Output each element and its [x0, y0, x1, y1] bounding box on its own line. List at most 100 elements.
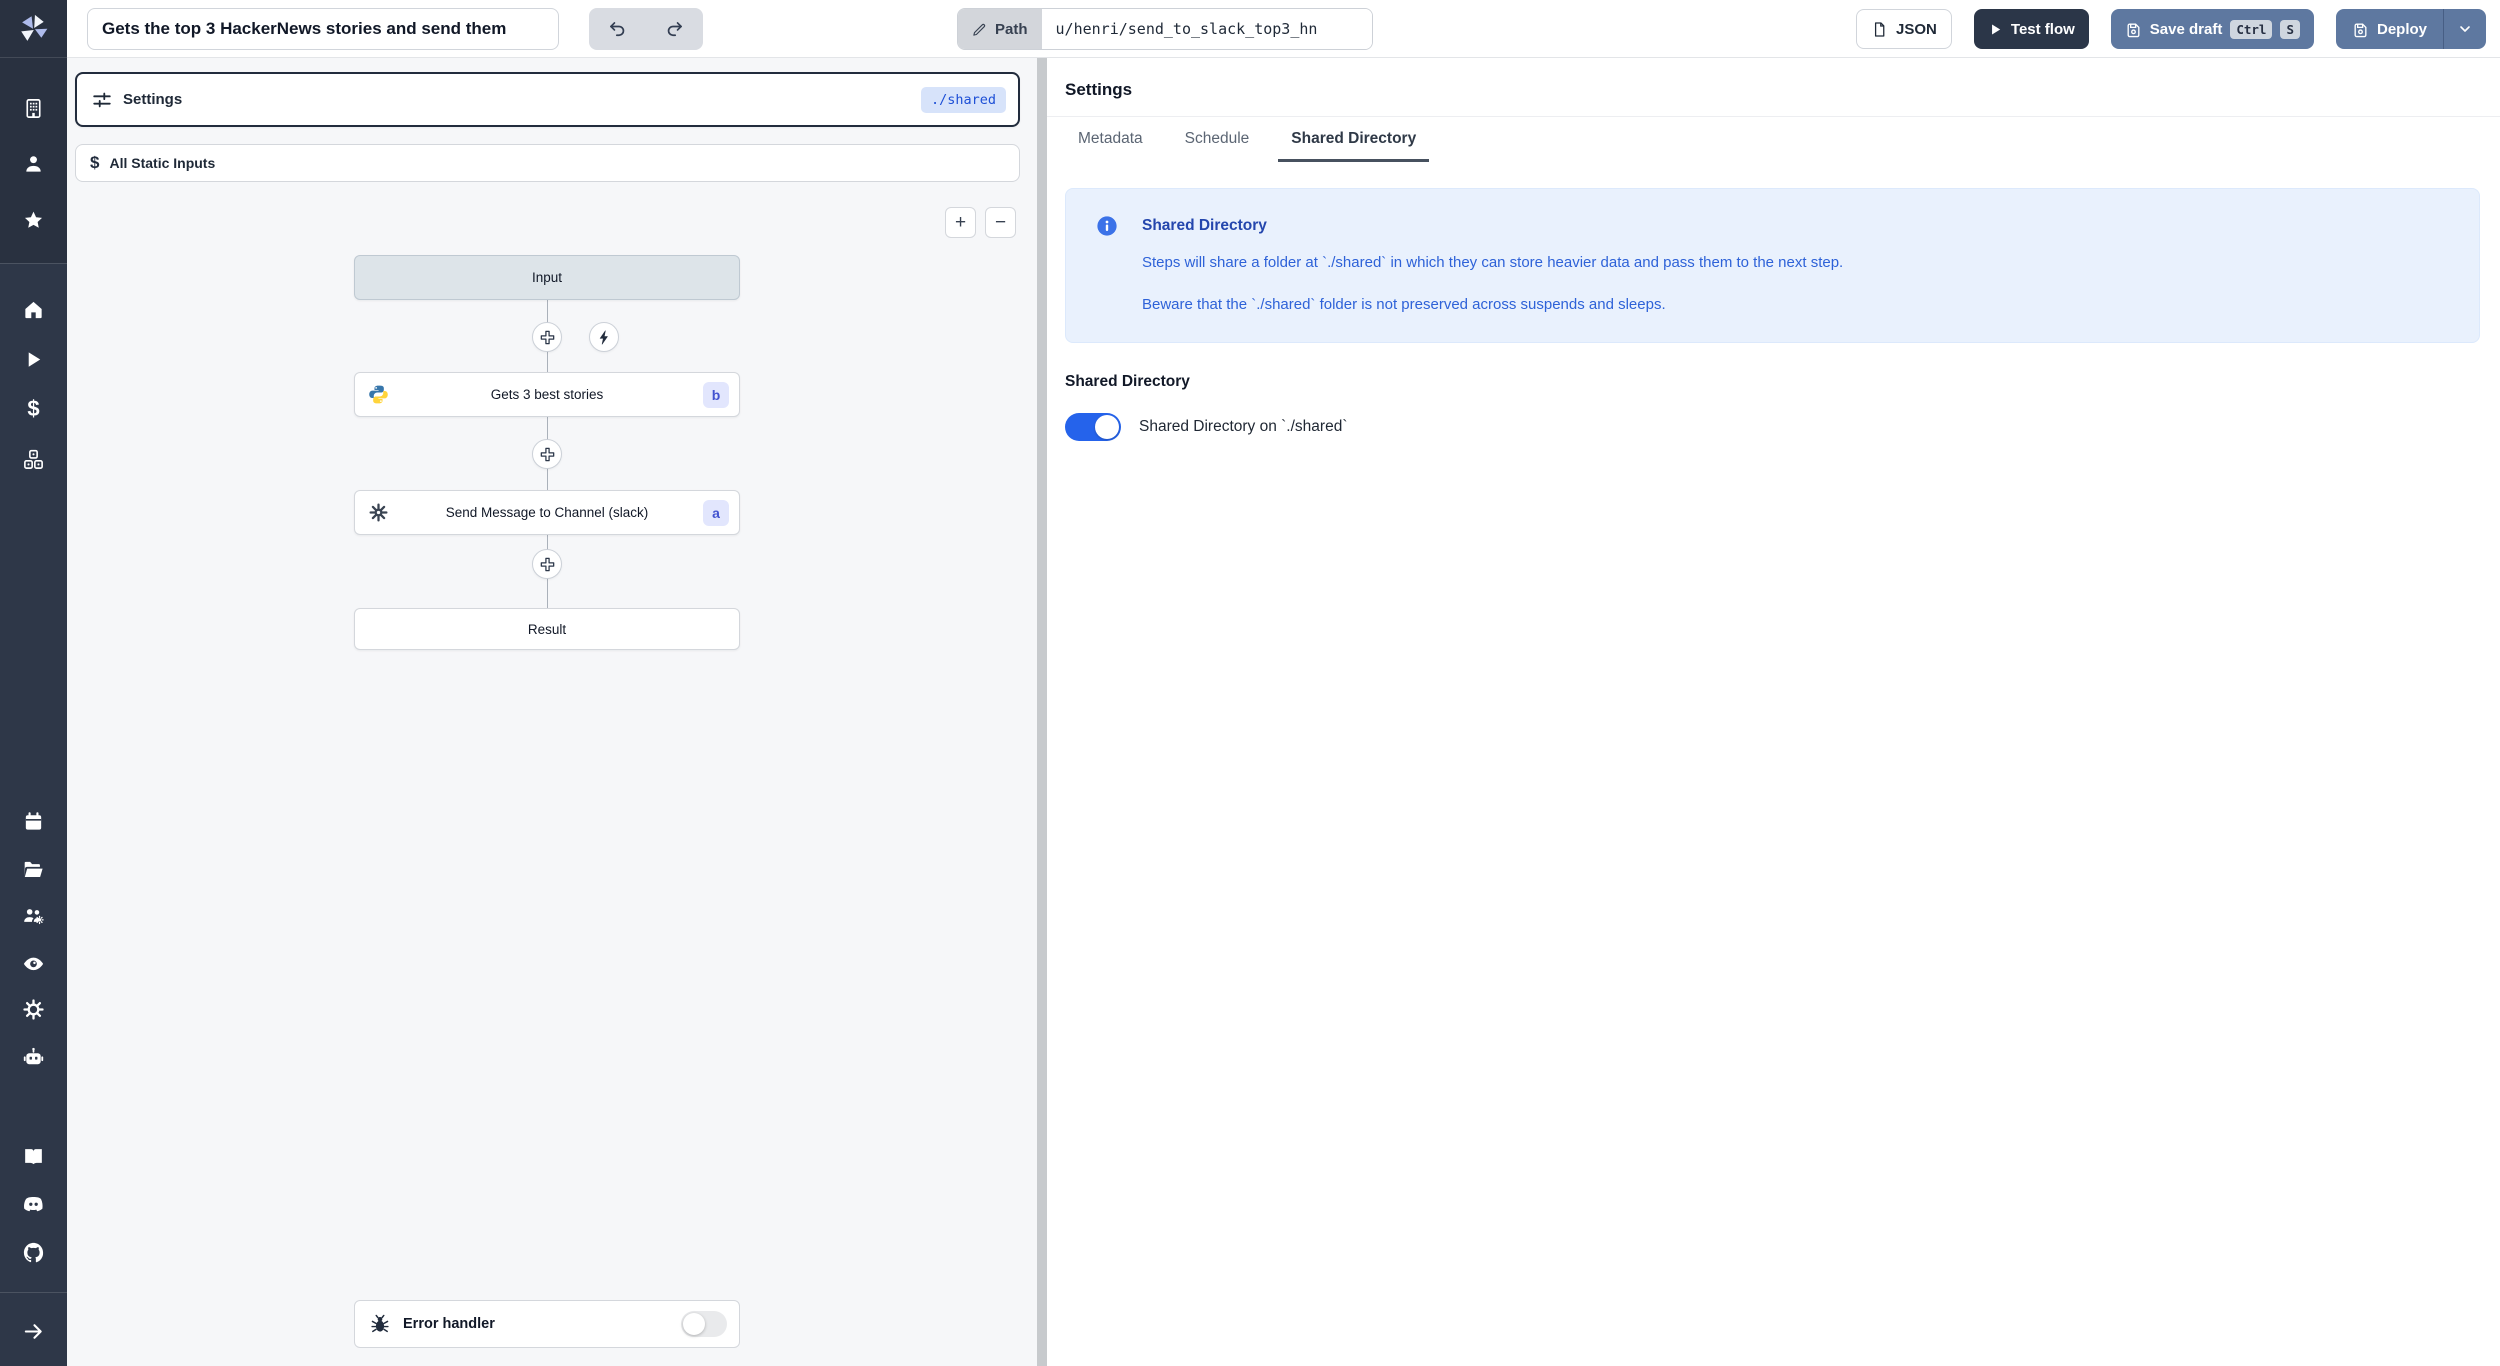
save-icon	[2354, 23, 2367, 37]
deploy-dropdown-button[interactable]	[2443, 9, 2486, 49]
runs-play-icon[interactable]	[20, 346, 47, 373]
info-icon	[1097, 216, 1117, 236]
toggle-knob	[1095, 414, 1119, 439]
plus-icon	[540, 447, 554, 461]
add-step-button[interactable]	[532, 439, 562, 469]
undo-redo-group	[589, 8, 703, 50]
windmill-logo[interactable]	[0, 0, 67, 58]
ai-robot-icon[interactable]	[20, 1044, 47, 1071]
github-icon[interactable]	[20, 1239, 47, 1266]
settings-panel-title: Settings	[1065, 80, 1133, 99]
discord-icon[interactable]	[20, 1191, 47, 1218]
shared-directory-tab-content: Shared Directory Steps will share a fold…	[1047, 162, 2500, 441]
chevron-down-icon	[2460, 26, 2470, 32]
bug-icon	[371, 1314, 389, 1333]
zoom-out-button[interactable]: −	[985, 207, 1016, 238]
file-json-icon	[1875, 21, 1885, 37]
json-button[interactable]: JSON	[1856, 9, 1952, 49]
redo-icon	[667, 21, 682, 36]
pencil-icon	[973, 23, 986, 36]
error-handler-node[interactable]: Error handler	[354, 1300, 740, 1348]
settings-panel: Settings Metadata Schedule Shared Direct…	[1047, 58, 2500, 1366]
topbar: Path JSON Test flow Save draft Ctrl S De…	[67, 0, 2500, 58]
sidebar-divider	[0, 1292, 67, 1293]
node-result-label: Result	[527, 621, 567, 637]
expand-sidebar-arrow-icon[interactable]	[20, 1318, 47, 1345]
redo-button[interactable]	[646, 8, 703, 50]
add-step-button[interactable]	[532, 549, 562, 579]
save-draft-label: Save draft	[2149, 20, 2223, 38]
json-button-label: JSON	[1896, 20, 1937, 38]
add-trigger-button[interactable]	[589, 322, 619, 352]
home-icon[interactable]	[20, 296, 47, 323]
node-step-b-label: Gets 3 best stories	[490, 387, 604, 402]
user-icon[interactable]	[20, 150, 47, 177]
tab-schedule[interactable]: Schedule	[1172, 117, 1263, 162]
kbd-ctrl: Ctrl	[2230, 19, 2273, 39]
docs-book-icon[interactable]	[20, 1143, 47, 1170]
shared-directory-toggle-label: Shared Directory on `./shared`	[1139, 417, 1348, 435]
all-static-inputs-card[interactable]: $ All Static Inputs	[75, 144, 1020, 182]
windmill-logo-icon	[20, 14, 47, 41]
audit-logs-eye-icon[interactable]	[20, 950, 47, 977]
undo-icon	[610, 21, 625, 36]
panel-splitter[interactable]	[1037, 58, 1047, 1366]
shared-directory-toggle[interactable]	[1065, 412, 1121, 441]
flow-editor-panel: Settings ./shared $ All Static Inputs + …	[67, 58, 1037, 1366]
settings-tabs: Metadata Schedule Shared Directory	[1047, 117, 2500, 162]
tab-metadata[interactable]: Metadata	[1065, 117, 1156, 162]
folders-icon[interactable]	[20, 856, 47, 883]
variables-dollar-icon[interactable]: $	[20, 395, 47, 422]
info-box-title: Shared Directory	[1142, 217, 1267, 234]
schedules-calendar-icon[interactable]	[20, 808, 47, 835]
save-icon	[2127, 23, 2140, 37]
path-label[interactable]: Path	[958, 9, 1042, 49]
shared-directory-badge: ./shared	[920, 86, 1006, 113]
test-flow-label: Test flow	[2010, 20, 2075, 38]
shared-directory-section-heading: Shared Directory	[1065, 372, 1190, 390]
toggle-knob	[683, 1313, 705, 1335]
flow-title-input[interactable]	[87, 8, 559, 50]
node-input[interactable]: Input	[354, 255, 740, 300]
tab-shared-directory[interactable]: Shared Directory	[1278, 117, 1430, 162]
node-step-a[interactable]: Send Message to Channel (slack) a	[354, 490, 740, 535]
kbd-s: S	[2280, 19, 2300, 39]
flow-settings-card[interactable]: Settings ./shared	[75, 72, 1020, 127]
info-box-line: Steps will share a folder at `./shared` …	[1142, 254, 1844, 271]
topbar-actions: JSON Test flow Save draft Ctrl S Deploy	[1856, 9, 2486, 49]
error-handler-toggle[interactable]	[681, 1311, 727, 1337]
resources-icon[interactable]	[20, 446, 47, 473]
groups-icon[interactable]	[20, 902, 47, 929]
path-group: Path	[957, 8, 1373, 50]
settings-card-label: Settings	[123, 91, 183, 108]
sliders-icon	[93, 92, 111, 107]
node-input-label: Input	[531, 270, 563, 285]
deploy-button[interactable]: Deploy	[2336, 9, 2443, 49]
settings-panel-header: Settings	[1047, 58, 2500, 117]
dollar-icon: $	[90, 153, 100, 172]
add-step-button[interactable]	[532, 322, 562, 352]
favorites-star-icon[interactable]	[20, 207, 47, 234]
error-handler-label: Error handler	[403, 1316, 495, 1332]
deploy-label: Deploy	[2376, 20, 2427, 38]
sidebar-divider	[0, 263, 67, 264]
info-box-header: Shared Directory	[1096, 215, 2451, 237]
workspace-icon[interactable]	[20, 95, 47, 122]
info-box-line: Beware that the `./shared` folder is not…	[1142, 296, 1666, 314]
path-input[interactable]	[1041, 9, 1372, 49]
save-draft-button[interactable]: Save draft Ctrl S	[2110, 9, 2314, 49]
deploy-split-button: Deploy	[2335, 9, 2486, 49]
shared-directory-info-box: Shared Directory Steps will share a fold…	[1065, 188, 2480, 343]
plus-icon	[540, 557, 554, 571]
undo-button[interactable]	[589, 8, 646, 50]
node-step-b[interactable]: Gets 3 best stories b	[354, 372, 740, 417]
test-flow-button[interactable]: Test flow	[1973, 9, 2089, 49]
lightning-bolt-icon	[599, 329, 608, 345]
shared-directory-toggle-row: Shared Directory on `./shared`	[1065, 412, 2480, 441]
step-id-badge: b	[703, 381, 729, 408]
path-label-text: Path	[995, 20, 1028, 38]
node-step-a-label: Send Message to Channel (slack)	[445, 505, 649, 520]
settings-gear-icon[interactable]	[20, 996, 47, 1023]
node-result[interactable]: Result	[354, 608, 740, 650]
zoom-in-button[interactable]: +	[945, 207, 976, 238]
